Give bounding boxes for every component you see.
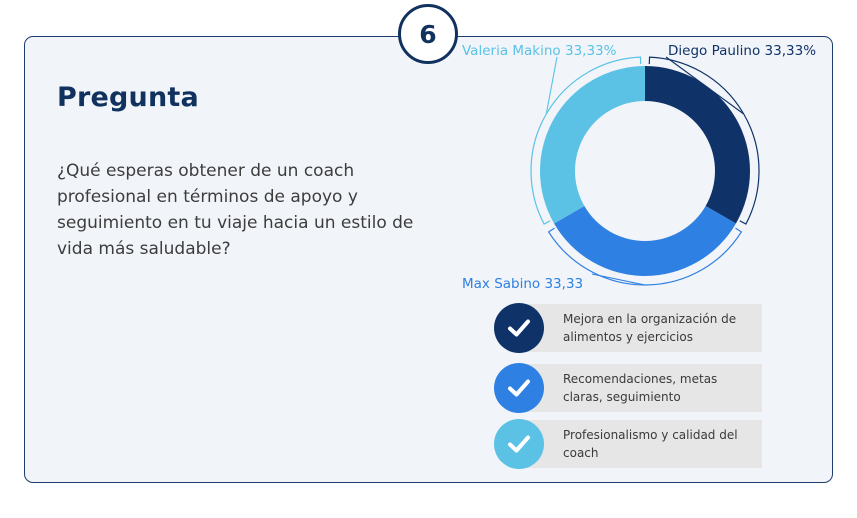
check-icon (494, 419, 544, 469)
slice-label-2: Max Sabino 33,33 (462, 276, 583, 292)
question-text: ¿Qué esperas obtener de un coach profesi… (57, 161, 414, 259)
legend-item-1: Mejora en la organización de alimentos y… (494, 303, 762, 353)
slice-label-1: Diego Paulino 33,33% (668, 43, 816, 59)
check-icon (494, 363, 544, 413)
page-title: Pregunta (57, 82, 199, 113)
check-icon (494, 303, 544, 353)
legend-label: Recomendaciones, metas claras, seguimien… (563, 372, 718, 404)
donut-slice-1 (645, 66, 750, 224)
legend-item-3: Profesionalismo y calidad del coach (494, 419, 762, 469)
legend-item-2: Recomendaciones, metas claras, seguimien… (494, 363, 762, 413)
slice-label-3: Valeria Makino 33,33% (462, 43, 617, 59)
question-number-badge: 6 (398, 4, 458, 64)
legend-label: Mejora en la organización de alimentos y… (563, 312, 737, 344)
donut-slice-3 (540, 66, 645, 224)
question-number: 6 (419, 19, 437, 49)
legend-label: Profesionalismo y calidad del coach (563, 428, 738, 460)
